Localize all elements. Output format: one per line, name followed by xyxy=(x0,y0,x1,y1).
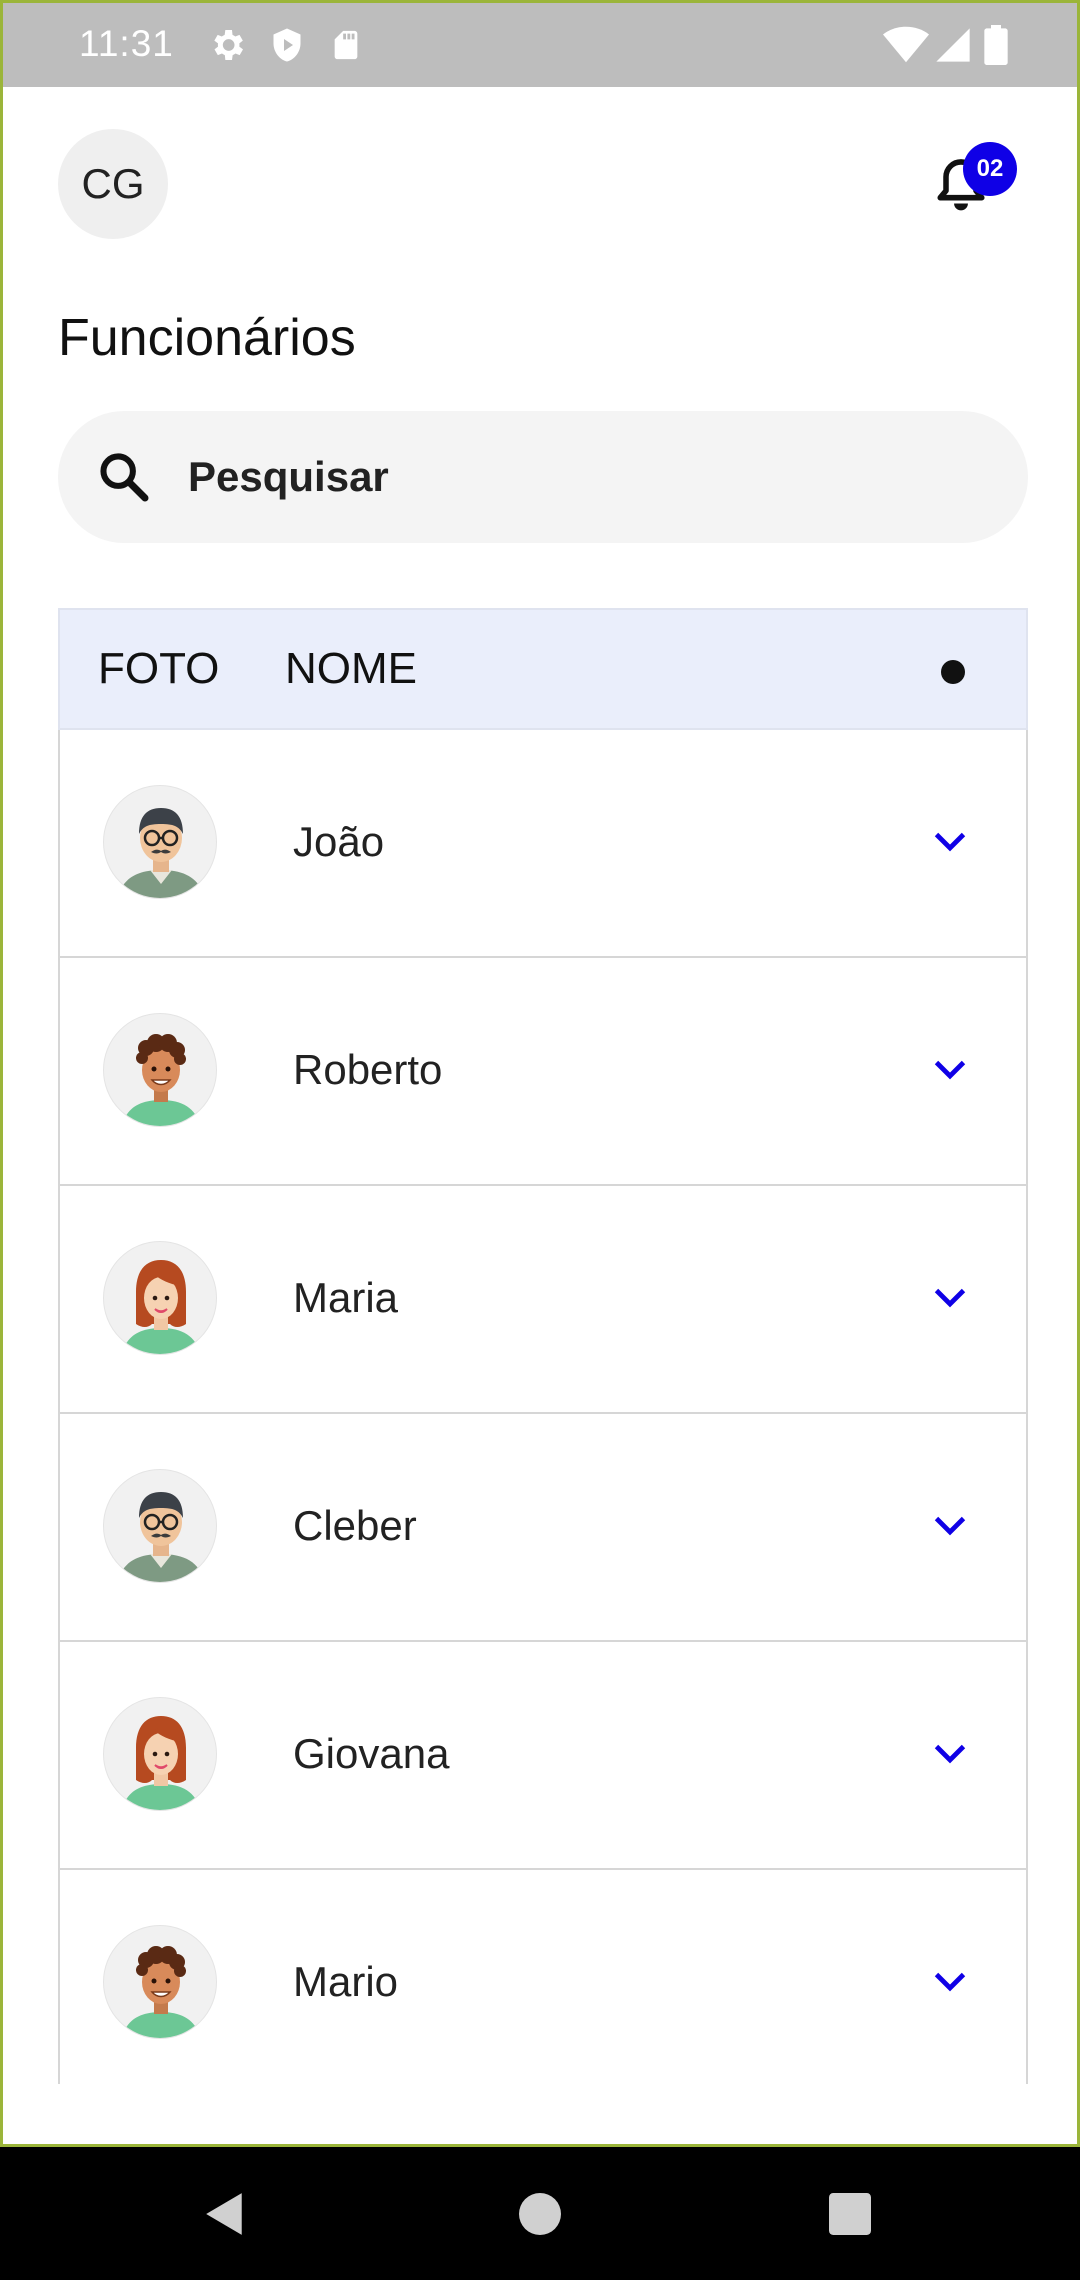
back-icon[interactable] xyxy=(204,2191,246,2237)
battery-icon xyxy=(984,25,1008,65)
employee-photo xyxy=(103,1469,217,1583)
home-icon[interactable] xyxy=(519,2193,561,2235)
search-bar[interactable] xyxy=(58,411,1028,543)
table-row[interactable]: Mario xyxy=(58,1870,1028,2084)
status-time: 11:31 xyxy=(79,23,174,64)
employee-name: Mario xyxy=(293,1958,399,2005)
young-man-avatar-icon xyxy=(122,1946,200,2038)
search-input[interactable] xyxy=(188,447,968,507)
table-row[interactable]: Roberto xyxy=(58,958,1028,1186)
chevron-down-icon[interactable] xyxy=(932,1284,968,1312)
chevron-down-icon[interactable] xyxy=(932,828,968,856)
employee-name: Cleber xyxy=(293,1502,417,1549)
table-row[interactable]: Giovana xyxy=(58,1642,1028,1870)
user-initials: CG xyxy=(81,160,145,207)
page-title: Funcionários xyxy=(58,309,356,367)
table-header: FOTO NOME xyxy=(58,608,1028,730)
employee-photo xyxy=(103,1925,217,2039)
table-row[interactable]: Cleber xyxy=(58,1414,1028,1642)
wifi-icon xyxy=(883,26,929,63)
older-man-avatar-icon xyxy=(118,1492,204,1582)
older-man-avatar-icon xyxy=(118,808,204,898)
chevron-down-icon[interactable] xyxy=(932,1056,968,1084)
employee-photo xyxy=(103,1697,217,1811)
table-row[interactable]: João xyxy=(58,730,1028,958)
woman-avatar-icon xyxy=(122,1260,200,1354)
sd-card-icon xyxy=(334,30,358,60)
employee-list: João Roberto Maria Cleber Giovana Mario xyxy=(58,730,1028,2084)
employee-name: Maria xyxy=(293,1274,399,1321)
employee-name: João xyxy=(293,818,385,865)
chevron-down-icon[interactable] xyxy=(932,1740,968,1768)
column-header-foto: FOTO xyxy=(98,644,220,693)
gear-icon xyxy=(214,30,243,60)
column-header-nome[interactable]: NOME xyxy=(285,644,417,694)
young-man-avatar-icon xyxy=(122,1034,200,1126)
column-options-dot[interactable] xyxy=(941,660,965,684)
employee-photo xyxy=(103,785,217,899)
search-icon xyxy=(100,453,149,502)
employee-name: Giovana xyxy=(293,1730,450,1777)
employee-name: Roberto xyxy=(293,1046,443,1093)
app-frame: 11:31 CG 02 Funcionários Pesquisar FOTO … xyxy=(0,0,1080,2147)
notification-badge: 02 xyxy=(963,142,1017,196)
status-bar: 11:31 xyxy=(3,3,1077,87)
user-avatar[interactable]: CG xyxy=(58,129,168,239)
shield-icon xyxy=(273,28,301,62)
chevron-down-icon[interactable] xyxy=(932,1968,968,1996)
employee-photo xyxy=(103,1241,217,1355)
recents-icon[interactable] xyxy=(829,2193,871,2235)
employee-photo xyxy=(103,1013,217,1127)
woman-avatar-icon xyxy=(122,1716,200,1810)
chevron-down-icon[interactable] xyxy=(932,1512,968,1540)
table-row[interactable]: Maria xyxy=(58,1186,1028,1414)
navigation-bar xyxy=(0,2147,1080,2280)
signal-icon xyxy=(936,28,970,62)
